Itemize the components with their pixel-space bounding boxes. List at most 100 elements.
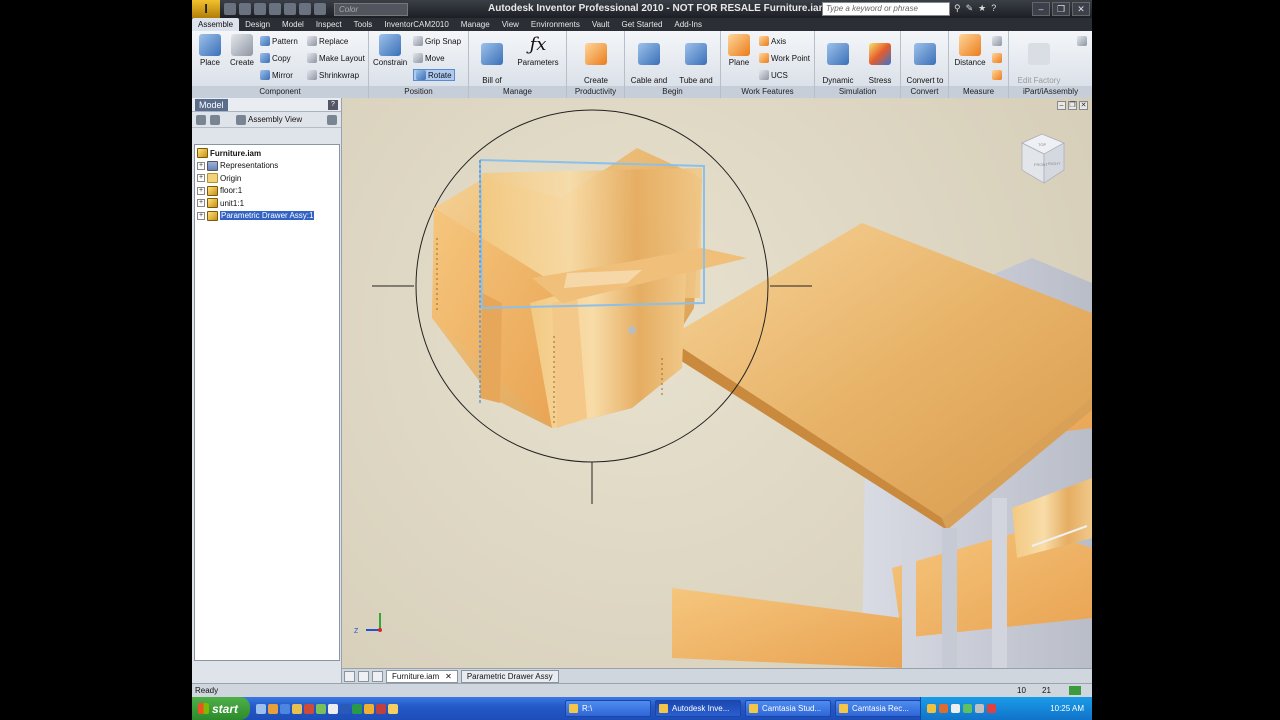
- tray-icon[interactable]: [951, 704, 960, 713]
- app-icon[interactable]: [364, 703, 374, 714]
- measure-loop-button[interactable]: [992, 53, 1002, 63]
- tab-vault[interactable]: Vault: [586, 18, 616, 31]
- tab-tools[interactable]: Tools: [348, 18, 379, 31]
- viewport-minimize-icon[interactable]: –: [1057, 101, 1066, 110]
- task-r-drive[interactable]: R:\: [565, 700, 651, 717]
- edit-factory-scope-button[interactable]: Edit Factory Scope: [1015, 34, 1063, 94]
- explorer-icon[interactable]: [268, 703, 278, 714]
- new-icon[interactable]: [224, 3, 236, 15]
- tree-item[interactable]: + Representations: [195, 160, 339, 173]
- drawer-assembly[interactable]: [432, 148, 747, 428]
- ie-icon[interactable]: [280, 703, 290, 714]
- pattern-button[interactable]: Pattern: [260, 36, 298, 46]
- tree-item[interactable]: + Origin: [195, 172, 339, 185]
- tree-item[interactable]: + Parametric Drawer Assy:1: [195, 210, 339, 223]
- cascade-icon[interactable]: [358, 670, 369, 682]
- tab-get-started[interactable]: Get Started: [615, 18, 668, 31]
- app-icon[interactable]: [376, 703, 386, 714]
- shrinkwrap-button[interactable]: Shrinkwrap: [307, 70, 359, 80]
- tab-model[interactable]: Model: [276, 18, 310, 31]
- tile-icon[interactable]: [344, 670, 355, 682]
- axis-button[interactable]: Axis: [759, 36, 786, 46]
- create-substitutes-button[interactable]: Create Substitutes: [571, 34, 621, 94]
- close-icon[interactable]: ✕: [445, 671, 452, 682]
- tab-inspect[interactable]: Inspect: [310, 18, 348, 31]
- stress-analysis-button[interactable]: Stress Analysis: [861, 34, 899, 94]
- task-camtasia-recorder[interactable]: Camtasia Rec...: [835, 700, 921, 717]
- assembly-view-dropdown[interactable]: Assembly View: [236, 114, 302, 125]
- select-icon[interactable]: [314, 3, 326, 15]
- find-icon[interactable]: [327, 114, 337, 125]
- rotate-button[interactable]: Rotate: [413, 69, 455, 81]
- ucs-button[interactable]: UCS: [759, 70, 788, 80]
- app-icon[interactable]: [328, 703, 338, 714]
- color-dropdown[interactable]: Color: [334, 2, 408, 16]
- save-icon[interactable]: [254, 3, 266, 15]
- measure-area-button[interactable]: [992, 70, 1002, 80]
- binoculars-icon[interactable]: ⚲: [954, 3, 961, 14]
- viewport-close-icon[interactable]: ✕: [1079, 101, 1088, 110]
- parameters-button[interactable]: ƒx Parameters: [515, 34, 561, 67]
- expand-icon[interactable]: +: [197, 186, 205, 195]
- excel-icon[interactable]: [352, 703, 362, 714]
- bill-of-materials-button[interactable]: Bill of Materials: [473, 34, 511, 94]
- tab-environments[interactable]: Environments: [525, 18, 586, 31]
- doc-tab-drawer[interactable]: Parametric Drawer Assy: [460, 669, 559, 683]
- tray-icon[interactable]: [927, 704, 936, 713]
- tab-design[interactable]: Design: [239, 18, 276, 31]
- mirror-button[interactable]: Mirror: [260, 70, 293, 80]
- tab-manage[interactable]: Manage: [455, 18, 496, 31]
- task-autodesk-inventor[interactable]: Autodesk Inve...: [655, 700, 741, 717]
- constrain-button[interactable]: Constrain: [373, 34, 407, 67]
- grip-snap-button[interactable]: Grip Snap: [413, 36, 461, 46]
- convert-weldment-button[interactable]: Convert to Weldment: [903, 34, 947, 94]
- measure-angle-button[interactable]: [992, 36, 1002, 46]
- help-icon[interactable]: ?: [991, 3, 996, 14]
- ipart-extra-button[interactable]: [1077, 36, 1087, 46]
- doc-tab-furniture[interactable]: Furniture.iam ✕: [386, 669, 458, 683]
- plane-button[interactable]: Plane: [725, 34, 753, 67]
- expand-icon[interactable]: +: [197, 174, 205, 183]
- expand-icon[interactable]: +: [197, 161, 205, 170]
- redo-icon[interactable]: [284, 3, 296, 15]
- undo-icon[interactable]: [269, 3, 281, 15]
- distance-button[interactable]: Distance: [953, 34, 987, 67]
- tray-icon[interactable]: [975, 704, 984, 713]
- app-icon[interactable]: [304, 703, 314, 714]
- tray-icon[interactable]: [963, 704, 972, 713]
- tools-icon[interactable]: ✎: [966, 3, 974, 14]
- tab-assemble[interactable]: Assemble: [192, 18, 240, 31]
- app-icon[interactable]: [316, 703, 326, 714]
- close-icon[interactable]: ✕: [1072, 2, 1090, 16]
- create-button[interactable]: Create: [228, 34, 256, 67]
- browser-title-dropdown[interactable]: Model: [195, 98, 228, 111]
- tree-item[interactable]: + unit1:1: [195, 197, 339, 210]
- move-button[interactable]: Move: [413, 53, 445, 63]
- tab-add-ins[interactable]: Add-Ins: [668, 18, 708, 31]
- viewcube[interactable]: FRONT RIGHT TOP: [1021, 133, 1065, 184]
- expand-icon[interactable]: +: [197, 199, 205, 208]
- tray-icon[interactable]: [939, 704, 948, 713]
- hierarchy-icon[interactable]: [210, 114, 220, 125]
- expand-icon[interactable]: +: [197, 211, 205, 220]
- return-icon[interactable]: [299, 3, 311, 15]
- show-desktop-icon[interactable]: [256, 703, 266, 714]
- application-menu-button[interactable]: I: [192, 0, 220, 18]
- browser-help-icon[interactable]: ?: [328, 99, 338, 110]
- dynamic-simulation-button[interactable]: Dynamic Simulation: [817, 34, 859, 94]
- viewport-restore-icon[interactable]: ❐: [1068, 101, 1077, 110]
- make-layout-button[interactable]: Make Layout: [307, 53, 365, 63]
- folder-icon[interactable]: [292, 703, 302, 714]
- tab-inventorcam[interactable]: InventorCAM2010: [378, 18, 454, 31]
- open-icon[interactable]: [239, 3, 251, 15]
- work-point-button[interactable]: Work Point: [759, 53, 810, 63]
- place-button[interactable]: Place: [196, 34, 224, 67]
- restore-icon[interactable]: ❐: [1052, 2, 1070, 16]
- minimize-icon[interactable]: –: [1032, 2, 1050, 16]
- start-button[interactable]: start: [192, 697, 250, 720]
- tree-item[interactable]: Furniture.iam: [195, 147, 339, 160]
- app-icon[interactable]: [388, 703, 398, 714]
- tab-view[interactable]: View: [496, 18, 525, 31]
- cable-harness-button[interactable]: Cable and Harness: [627, 34, 671, 94]
- tube-pipe-button[interactable]: Tube and Pipe: [675, 34, 717, 94]
